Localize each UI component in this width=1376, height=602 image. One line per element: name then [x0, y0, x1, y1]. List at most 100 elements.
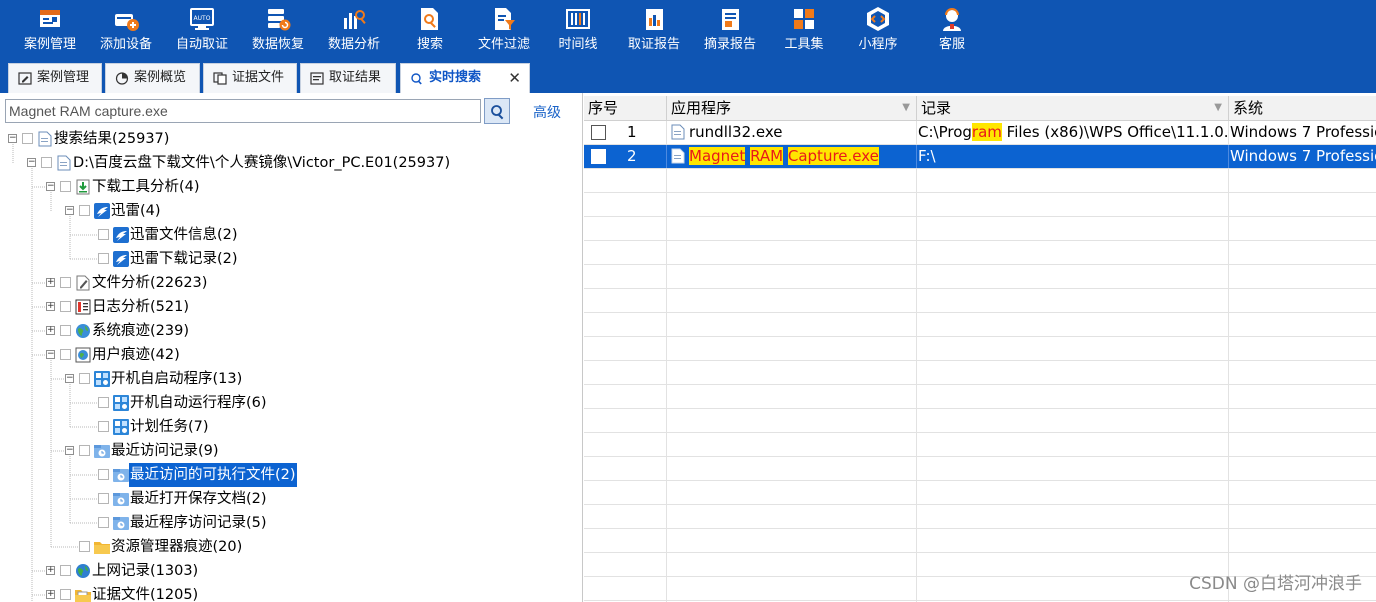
tree-node-web-history[interactable]: + 上网记录(1303): [0, 559, 582, 583]
tree-checkbox[interactable]: [98, 517, 109, 528]
excerpt-report-button[interactable]: 摘录报告: [692, 0, 768, 62]
collapse-icon[interactable]: −: [46, 350, 55, 359]
filter-icon[interactable]: ▼: [902, 96, 910, 120]
collapse-icon[interactable]: −: [8, 134, 17, 143]
tree-checkbox[interactable]: [79, 373, 90, 384]
tree-checkbox[interactable]: [79, 445, 90, 456]
tree-checkbox[interactable]: [98, 493, 109, 504]
tree-checkbox[interactable]: [60, 589, 71, 600]
results-grid: 序号 应用程序 ▼ 记录 ▼ 系统 1 rundll32.exe C:\Prog…: [584, 93, 1376, 602]
tree-node-system-traces[interactable]: + 系统痕迹(239): [0, 319, 582, 343]
thunder-icon: [113, 227, 129, 243]
tree-node-recent-access[interactable]: − 最近访问记录(9): [0, 439, 582, 463]
tree-checkbox[interactable]: [98, 421, 109, 432]
tree-node-thunder[interactable]: − 迅雷(4): [0, 199, 582, 223]
tree-node-log-analysis[interactable]: + 日志分析(521): [0, 295, 582, 319]
collapse-icon[interactable]: −: [65, 446, 74, 455]
tree-checkbox[interactable]: [98, 469, 109, 480]
customer-service-label: 客服: [938, 37, 965, 52]
case-management-label: 案例管理: [23, 37, 76, 52]
tree-node-thunder-download-records[interactable]: 迅雷下载记录(2): [0, 247, 582, 271]
column-header-application[interactable]: 应用程序 ▼: [667, 96, 917, 121]
empty-row: [584, 385, 1376, 409]
tree-node-recent-documents[interactable]: 最近打开保存文档(2): [0, 487, 582, 511]
index-cell: 1: [584, 121, 667, 144]
system-cell: Windows 7 Professio: [1230, 123, 1376, 141]
column-header-record[interactable]: 记录 ▼: [917, 96, 1229, 121]
row-checkbox[interactable]: [591, 149, 606, 164]
forensics-report-button[interactable]: 取证报告: [616, 0, 692, 62]
tree-checkbox[interactable]: [22, 133, 33, 144]
tab-case-overview[interactable]: 案例概览: [105, 63, 200, 93]
file-filter-button[interactable]: 文件过滤: [466, 0, 542, 62]
tree-checkbox[interactable]: [60, 277, 71, 288]
data-recovery-icon: [268, 9, 291, 31]
collapse-icon[interactable]: −: [46, 182, 55, 191]
tree-node-recent-executables[interactable]: 最近访问的可执行文件(2): [0, 463, 582, 487]
tab-live-search[interactable]: 实时搜索 ✕: [400, 63, 530, 94]
data-recovery-button[interactable]: 数据恢复: [240, 0, 316, 62]
column-header-system[interactable]: 系统: [1229, 96, 1376, 121]
tab-evidence-files[interactable]: 证据文件: [203, 63, 297, 93]
customer-service-button[interactable]: 客服: [914, 0, 990, 62]
startup-icon: [113, 395, 129, 411]
tree-checkbox[interactable]: [98, 229, 109, 240]
tree-node-startup-programs[interactable]: − 开机自启动程序(13): [0, 367, 582, 391]
header-label: 记录: [921, 99, 952, 117]
file-filter-label: 文件过滤: [477, 37, 530, 52]
tree-node-scheduled-tasks[interactable]: 计划任务(7): [0, 415, 582, 439]
tab-forensics-results[interactable]: 取证结果: [300, 63, 396, 93]
tree-checkbox[interactable]: [79, 541, 90, 552]
toolset-button[interactable]: 工具集: [766, 0, 842, 62]
mini-program-label: 小程序: [858, 37, 898, 52]
search-highlight: RAM: [750, 147, 784, 165]
tree-node-evidence-files[interactable]: + 证据文件(1205): [0, 583, 582, 602]
application-cell: Magnet RAM Capture.exe: [667, 145, 917, 168]
collapse-icon[interactable]: −: [65, 206, 74, 215]
expand-icon[interactable]: +: [46, 302, 55, 311]
tree-checkbox[interactable]: [79, 205, 90, 216]
close-icon[interactable]: ✕: [508, 64, 521, 92]
tree-checkbox[interactable]: [41, 157, 52, 168]
tree-label: 用户痕迹(42): [92, 347, 180, 363]
thunder-icon: [94, 203, 110, 219]
mini-program-button[interactable]: 小程序: [840, 0, 916, 62]
tree-checkbox[interactable]: [60, 301, 71, 312]
filter-icon[interactable]: ▼: [1214, 96, 1222, 120]
tree-checkbox[interactable]: [60, 349, 71, 360]
data-analysis-button[interactable]: 数据分析: [316, 0, 392, 62]
tree-checkbox[interactable]: [60, 565, 71, 576]
expand-icon[interactable]: +: [46, 326, 55, 335]
table-row[interactable]: 1 rundll32.exe C:\Program Files (x86)\WP…: [584, 121, 1376, 145]
tree-node-search-results[interactable]: − 搜索结果(25937): [0, 127, 582, 151]
table-row-selected[interactable]: 2 Magnet RAM Capture.exe F:\ Windows 7 P…: [584, 145, 1376, 169]
search-button[interactable]: 搜索: [392, 0, 468, 62]
column-header-index[interactable]: 序号: [584, 96, 667, 121]
tab-case-management[interactable]: 案例管理: [8, 63, 102, 93]
collapse-icon[interactable]: −: [65, 374, 74, 383]
tree-node-recent-program-access[interactable]: 最近程序访问记录(5): [0, 511, 582, 535]
tree-node-thunder-file-info[interactable]: 迅雷文件信息(2): [0, 223, 582, 247]
tree-checkbox[interactable]: [60, 325, 71, 336]
timeline-button[interactable]: 时间线: [540, 0, 616, 62]
add-device-button[interactable]: 添加设备: [88, 0, 164, 62]
tree-node-download-tools[interactable]: − 下载工具分析(4): [0, 175, 582, 199]
tree-node-explorer-traces[interactable]: 资源管理器痕迹(20): [0, 535, 582, 559]
application-name: Magnet RAM Capture.exe: [689, 145, 879, 168]
expand-icon[interactable]: +: [46, 278, 55, 287]
expand-icon[interactable]: +: [46, 566, 55, 575]
expand-icon[interactable]: +: [46, 590, 55, 599]
case-management-icon: [40, 10, 60, 27]
auto-forensics-button[interactable]: AUTO 自动取证: [164, 0, 240, 62]
tree-node-auto-run-programs[interactable]: 开机自动运行程序(6): [0, 391, 582, 415]
tree-checkbox[interactable]: [98, 253, 109, 264]
case-management-button[interactable]: 案例管理: [12, 0, 88, 62]
tree-checkbox[interactable]: [98, 397, 109, 408]
tree-node-file-analysis[interactable]: + 文件分析(22623): [0, 271, 582, 295]
row-checkbox[interactable]: [591, 125, 606, 140]
document-icon: [57, 155, 71, 171]
tree-node-image-file[interactable]: − D:\百度云盘下载文件\个人赛镜像\Victor_PC.E01(25937): [0, 151, 582, 175]
tree-checkbox[interactable]: [60, 181, 71, 192]
tree-node-user-traces[interactable]: − 用户痕迹(42): [0, 343, 582, 367]
collapse-icon[interactable]: −: [27, 158, 36, 167]
